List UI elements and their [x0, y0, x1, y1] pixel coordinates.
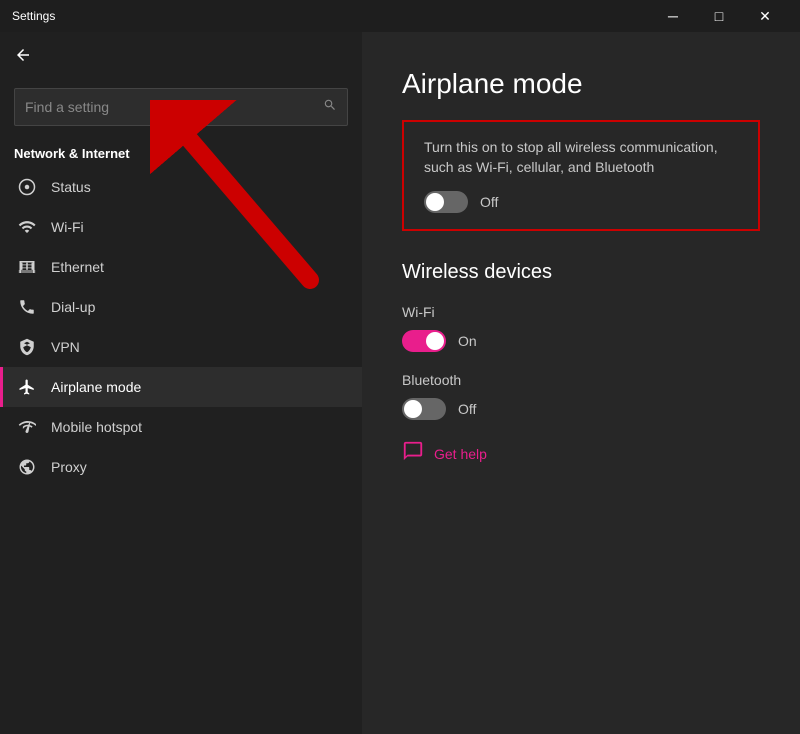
bluetooth-toggle-thumb: [404, 400, 422, 418]
bluetooth-device-row: Bluetooth Off: [402, 372, 760, 420]
airplane-icon: [17, 377, 37, 397]
search-container: [0, 80, 362, 134]
bluetooth-toggle[interactable]: [402, 398, 446, 420]
wifi-device-label: Wi-Fi: [402, 304, 760, 320]
sidebar-nav: Status Wi-Fi Ethernet D: [0, 167, 362, 487]
bluetooth-toggle-row: Off: [402, 398, 760, 420]
wifi-icon: [17, 217, 37, 237]
help-row[interactable]: Get help: [402, 440, 760, 468]
vpn-icon: [17, 337, 37, 357]
airplane-toggle-thumb: [426, 193, 444, 211]
sidebar-item-wifi-label: Wi-Fi: [51, 219, 84, 235]
sidebar-item-status-label: Status: [51, 179, 91, 195]
search-box[interactable]: [14, 88, 348, 126]
airplane-mode-box: Turn this on to stop all wireless commun…: [402, 120, 760, 231]
sidebar-item-status[interactable]: Status: [0, 167, 362, 207]
airplane-description: Turn this on to stop all wireless commun…: [424, 138, 738, 177]
section-label: Network & Internet: [0, 134, 362, 167]
hotspot-icon: [17, 417, 37, 437]
sidebar-item-hotspot-label: Mobile hotspot: [51, 419, 142, 435]
sidebar-item-ethernet[interactable]: Ethernet: [0, 247, 362, 287]
dialup-icon: [17, 297, 37, 317]
wifi-toggle-row: On: [402, 330, 760, 352]
sidebar: Network & Internet Status Wi-Fi: [0, 32, 362, 734]
help-icon: [402, 440, 424, 468]
back-icon: [14, 46, 32, 67]
search-input[interactable]: [25, 99, 315, 115]
search-icon: [323, 98, 337, 117]
titlebar-title: Settings: [12, 9, 650, 23]
bluetooth-device-label: Bluetooth: [402, 372, 760, 388]
titlebar: Settings ─ □ ✕: [0, 0, 800, 32]
sidebar-item-airplane-label: Airplane mode: [51, 379, 141, 395]
sidebar-item-vpn-label: VPN: [51, 339, 80, 355]
maximize-button[interactable]: □: [696, 0, 742, 32]
main-content: Airplane mode Turn this on to stop all w…: [362, 32, 800, 734]
proxy-icon: [17, 457, 37, 477]
ethernet-icon: [17, 257, 37, 277]
sidebar-item-hotspot[interactable]: Mobile hotspot: [0, 407, 362, 447]
sidebar-item-dialup-label: Dial-up: [51, 299, 95, 315]
airplane-toggle[interactable]: [424, 191, 468, 213]
sidebar-item-proxy-label: Proxy: [51, 459, 87, 475]
back-button[interactable]: [0, 32, 362, 80]
sidebar-item-ethernet-label: Ethernet: [51, 259, 104, 275]
page-title: Airplane mode: [402, 68, 760, 100]
wifi-toggle[interactable]: [402, 330, 446, 352]
sidebar-item-proxy[interactable]: Proxy: [0, 447, 362, 487]
airplane-toggle-row: Off: [424, 191, 738, 213]
airplane-toggle-label: Off: [480, 194, 498, 210]
close-button[interactable]: ✕: [742, 0, 788, 32]
app-container: Network & Internet Status Wi-Fi: [0, 32, 800, 734]
wifi-toggle-thumb: [426, 332, 444, 350]
help-link[interactable]: Get help: [434, 446, 487, 462]
sidebar-item-dialup[interactable]: Dial-up: [0, 287, 362, 327]
wifi-toggle-label: On: [458, 333, 477, 349]
titlebar-controls: ─ □ ✕: [650, 0, 788, 32]
sidebar-item-vpn[interactable]: VPN: [0, 327, 362, 367]
wireless-devices-title: Wireless devices: [402, 261, 760, 284]
bluetooth-toggle-label: Off: [458, 401, 476, 417]
sidebar-item-airplane[interactable]: Airplane mode: [0, 367, 362, 407]
wifi-device-row: Wi-Fi On: [402, 304, 760, 352]
status-icon: [17, 177, 37, 197]
minimize-button[interactable]: ─: [650, 0, 696, 32]
sidebar-item-wifi[interactable]: Wi-Fi: [0, 207, 362, 247]
